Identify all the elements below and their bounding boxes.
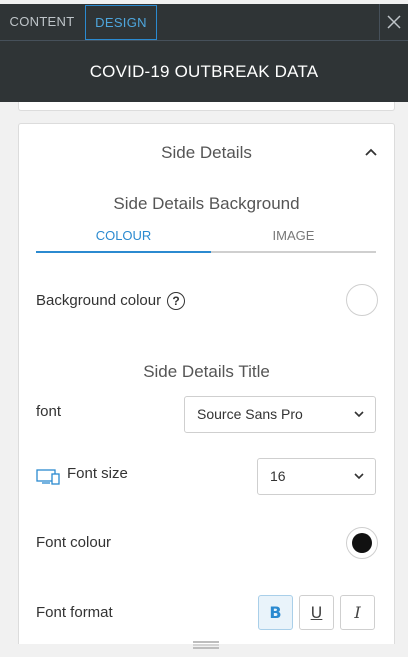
tab-colour[interactable]: COLOUR — [36, 221, 211, 253]
close-icon — [387, 15, 401, 29]
font-size-select[interactable]: 16 — [257, 458, 376, 495]
background-title: Side Details Background — [113, 194, 300, 213]
background-colour-row: Background colour? — [36, 292, 186, 311]
help-icon[interactable]: ? — [167, 292, 186, 311]
chevron-down-icon — [354, 411, 364, 418]
font-size-label: Font size — [67, 465, 128, 482]
font-family-value: Source Sans Pro — [197, 406, 303, 422]
close-button[interactable] — [379, 4, 408, 40]
tab-image[interactable]: IMAGE — [211, 221, 376, 253]
title-settings-heading: Side Details Title — [143, 362, 270, 381]
font-size-value: 16 — [270, 468, 286, 484]
section-title[interactable]: Side Details — [19, 143, 394, 163]
background-colour-label: Background colour — [36, 292, 162, 309]
chevron-down-icon — [354, 473, 364, 480]
tab-content[interactable]: CONTENT — [0, 4, 84, 40]
font-format-label: Font format — [36, 604, 113, 621]
background-type-tabs: COLOUR IMAGE — [36, 221, 376, 253]
chevron-up-icon[interactable] — [365, 148, 377, 156]
font-family-select[interactable]: Source Sans Pro — [184, 396, 376, 433]
background-colour-swatch[interactable] — [346, 284, 378, 316]
font-colour-label: Font colour — [36, 534, 112, 551]
panel-title: COVID-19 OUTBREAK DATA — [0, 41, 408, 102]
side-details-section: Side Details Side Details Background COL… — [18, 123, 395, 644]
bold-button[interactable]: B — [258, 595, 293, 630]
editor-tab-bar: CONTENT DESIGN — [0, 4, 408, 41]
font-label: font — [36, 403, 62, 420]
resize-handle-grip — [193, 644, 219, 646]
underline-button[interactable]: U — [299, 595, 334, 630]
responsive-devices-icon[interactable] — [36, 469, 60, 485]
previous-section-card — [18, 102, 395, 111]
tab-design[interactable]: DESIGN — [85, 5, 157, 40]
italic-button[interactable]: I — [340, 595, 375, 630]
font-colour-swatch[interactable] — [346, 527, 378, 559]
